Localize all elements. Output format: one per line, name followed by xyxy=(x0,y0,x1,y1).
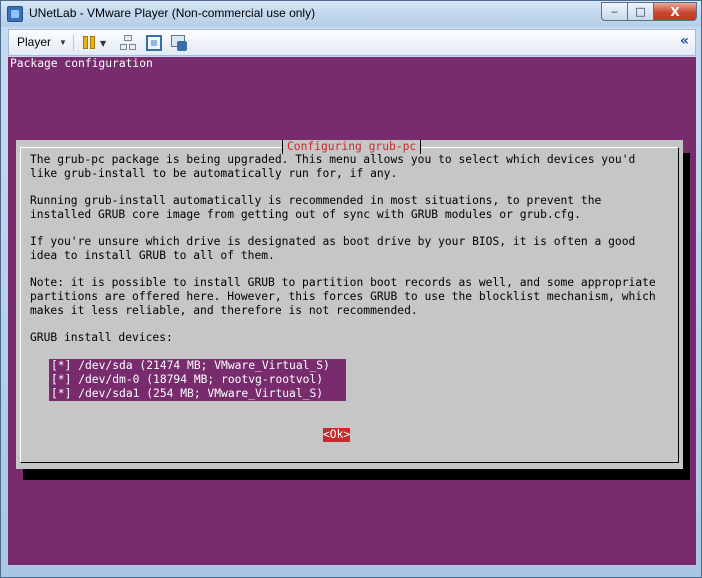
fullscreen-icon[interactable] xyxy=(146,35,162,51)
ok-button[interactable]: <Ok> xyxy=(323,428,351,442)
paragraph-note: Note: it is possible to install GRUB to … xyxy=(30,276,656,317)
devices-label: GRUB install devices: xyxy=(30,331,173,345)
package-configuration-header: Package configuration xyxy=(10,57,153,70)
player-menu[interactable]: Player ▼ xyxy=(17,35,67,49)
device-option-sda1[interactable]: [*] /dev/sda1 (254 MB; VMware_Virtual_S) xyxy=(49,387,346,401)
pause-icon[interactable] xyxy=(81,35,97,51)
player-menu-label: Player xyxy=(17,35,52,49)
chevron-down-icon: ▼ xyxy=(59,37,67,47)
device-list: [*] /dev/sda (21474 MB; VMware_Virtual_S… xyxy=(49,359,346,401)
toolbar: Player ▼ ▼ « xyxy=(8,29,696,56)
paragraph-intro: The grub-pc package is being upgraded. T… xyxy=(30,153,636,180)
window-controls: ‒ □ X xyxy=(601,2,697,21)
minimize-button[interactable]: ‒ xyxy=(601,2,628,21)
device-option-sda[interactable]: [*] /dev/sda (21474 MB; VMware_Virtual_S… xyxy=(49,359,346,373)
toolbar-separator xyxy=(73,35,74,51)
collapse-icon[interactable]: « xyxy=(680,33,689,49)
maximize-button[interactable]: □ xyxy=(627,2,654,21)
vmware-player-window: UNetLab - VMware Player (Non-commercial … xyxy=(0,0,702,578)
paragraph-recommendation: Running grub-install automatically is re… xyxy=(30,194,602,221)
vmware-app-icon xyxy=(7,6,23,22)
dialog-body: The grub-pc package is being upgraded. T… xyxy=(30,153,656,345)
close-button[interactable]: X xyxy=(653,2,697,21)
unity-icon[interactable] xyxy=(171,35,187,51)
device-option-dm-0[interactable]: [*] /dev/dm-0 (18794 MB; rootvg-rootvol) xyxy=(49,373,346,387)
grub-config-dialog: Configuring grub-pc The grub-pc package … xyxy=(16,140,683,469)
pause-dropdown-icon[interactable]: ▼ xyxy=(100,39,106,48)
vm-console[interactable]: Package configuration Configuring grub-p… xyxy=(8,57,696,565)
window-title: UNetLab - VMware Player (Non-commercial … xyxy=(29,6,316,20)
network-icon[interactable] xyxy=(120,35,136,51)
title-bar[interactable]: UNetLab - VMware Player (Non-commercial … xyxy=(1,1,701,27)
dialog-title: Configuring grub-pc xyxy=(282,140,422,154)
paragraph-unsure: If you're unsure which drive is designat… xyxy=(30,235,636,262)
